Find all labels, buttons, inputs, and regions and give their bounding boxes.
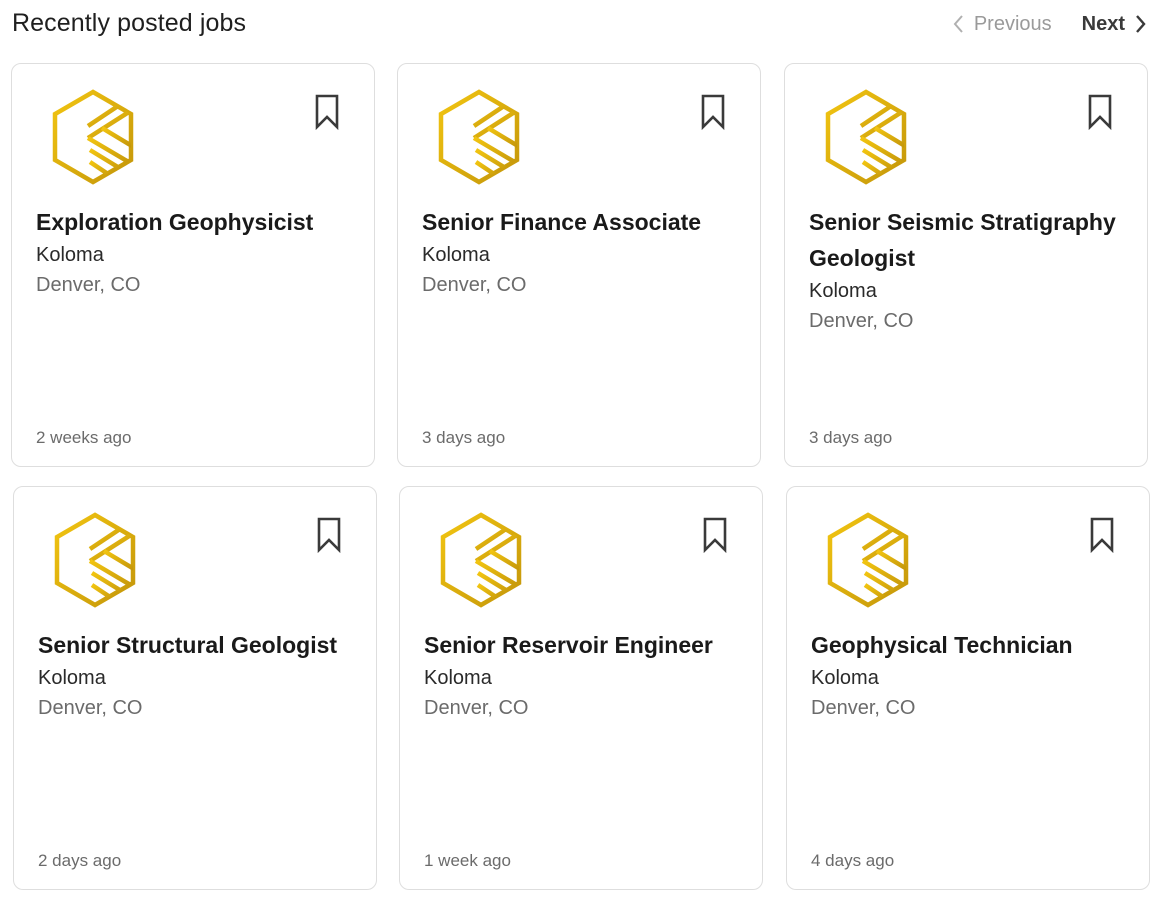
bookmark-icon[interactable] [700,516,730,554]
posted-time: 3 days ago [422,428,506,447]
job-info: Senior Seismic Stratigraphy Geologist Ko… [809,204,1129,336]
bookmark-icon[interactable] [1087,516,1117,554]
job-info: Senior Finance Associate Koloma Denver, … [422,204,742,300]
job-title[interactable]: Geophysical Technician [811,627,1131,663]
job-location: Denver, CO [38,697,143,719]
next-label: Next [1081,12,1125,35]
posted-time: 1 week ago [424,851,511,870]
previous-button[interactable]: Previous [952,13,1052,36]
chevron-right-icon [1135,14,1147,34]
job-info: Senior Structural Geologist Koloma Denve… [38,627,358,723]
job-info: Exploration Geophysicist Koloma Denver, … [36,204,356,300]
company-name: Koloma [809,280,877,302]
job-card[interactable]: Geophysical Technician Koloma Denver, CO… [786,486,1150,890]
job-info: Senior Reservoir Engineer Koloma Denver,… [424,627,744,723]
company-name: Koloma [422,244,490,266]
previous-label: Previous [973,12,1052,35]
company-name: Koloma [811,667,879,689]
job-location: Denver, CO [422,274,527,296]
job-card[interactable]: Senior Structural Geologist Koloma Denve… [13,486,377,890]
koloma-logo-icon [823,511,913,609]
koloma-logo-icon [436,511,526,609]
koloma-logo-icon [434,88,524,186]
company-name: Koloma [424,667,492,689]
chevron-left-icon [952,14,964,34]
koloma-logo-icon [821,88,911,186]
bookmark-icon[interactable] [312,93,342,131]
job-card[interactable]: Senior Reservoir Engineer Koloma Denver,… [399,486,763,890]
section-title: Recently posted jobs [12,9,247,37]
company-name: Koloma [36,244,104,266]
koloma-logo-icon [50,511,140,609]
posted-time: 4 days ago [811,851,895,870]
job-location: Denver, CO [36,274,141,296]
job-card[interactable]: Exploration Geophysicist Koloma Denver, … [11,63,375,467]
pagination: Previous Next [952,9,1147,39]
job-card[interactable]: Senior Finance Associate Koloma Denver, … [397,63,761,467]
company-name: Koloma [38,667,106,689]
job-location: Denver, CO [809,310,914,332]
posted-time: 2 days ago [38,851,122,870]
bookmark-icon[interactable] [1085,93,1115,131]
next-button[interactable]: Next [1082,13,1147,36]
job-card[interactable]: Senior Seismic Stratigraphy Geologist Ko… [784,63,1148,467]
job-info: Geophysical Technician Koloma Denver, CO [811,627,1131,723]
posted-time: 2 weeks ago [36,428,132,447]
posted-time: 3 days ago [809,428,893,447]
job-title[interactable]: Senior Reservoir Engineer [424,627,744,663]
bookmark-icon[interactable] [314,516,344,554]
job-title[interactable]: Exploration Geophysicist [36,204,356,240]
bookmark-icon[interactable] [698,93,728,131]
section-header: Recently posted jobs Previous Next [12,0,1147,48]
job-title[interactable]: Senior Finance Associate [422,204,742,240]
koloma-logo-icon [48,88,138,186]
job-location: Denver, CO [811,697,916,719]
job-location: Denver, CO [424,697,529,719]
job-title[interactable]: Senior Structural Geologist [38,627,358,663]
job-title[interactable]: Senior Seismic Stratigraphy Geologist [809,204,1129,276]
